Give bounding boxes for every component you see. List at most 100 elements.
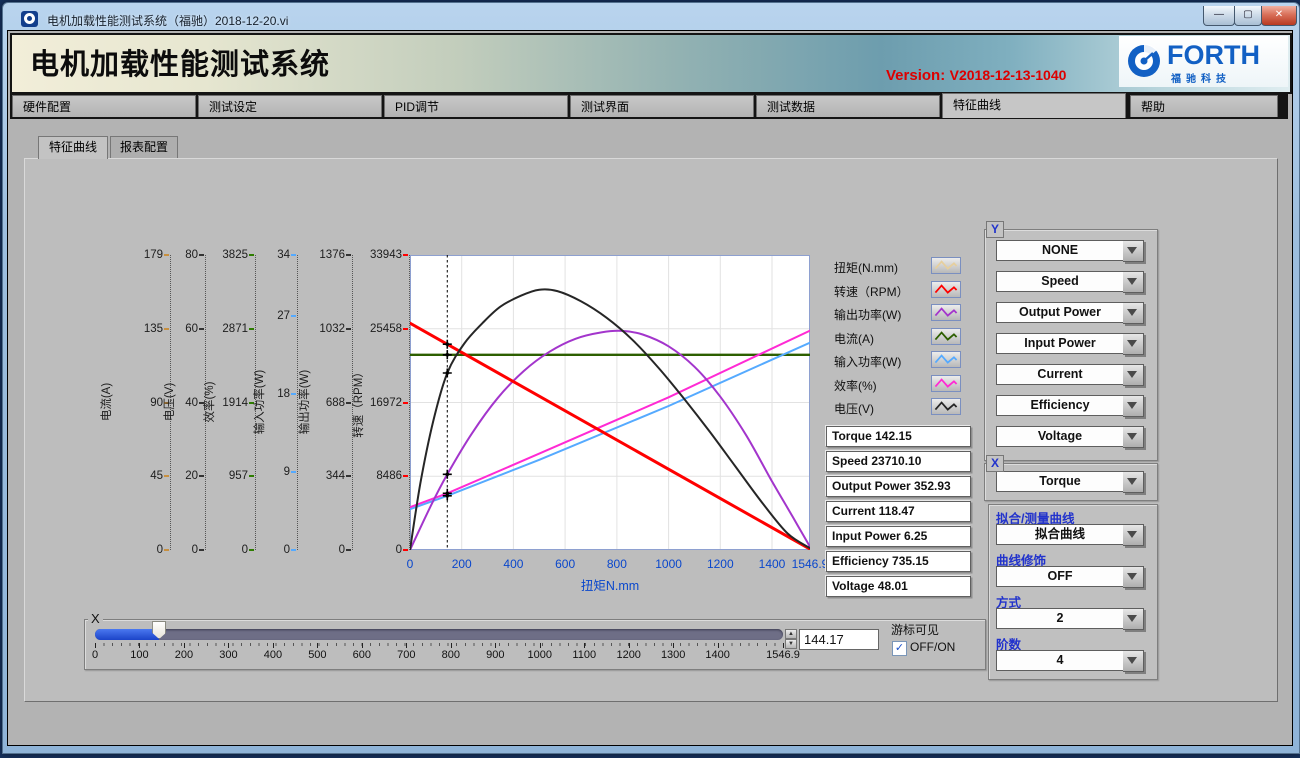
ruler-tick [317,643,318,648]
cursor-position-input[interactable]: 144.17 [799,629,879,650]
ruler-tick [540,643,541,648]
desktop-background: 电机加载性能测试系统（福驰）2018-12-20.vi — ▢ ✕ 电机加载性能… [0,0,1300,758]
y-tick-label: 8486 [356,469,402,483]
dropdown-arrow-icon [1127,371,1137,378]
fit-select-2[interactable]: 2 [996,608,1124,629]
dropdown-arrow-icon [1127,340,1137,347]
y-tick-mark [403,549,408,551]
y-tick-label: 9 [244,465,290,479]
dropdown-arrow-icon [1127,615,1137,622]
legend-swatch-3[interactable] [931,328,961,345]
x-tick-label: 1000 [647,557,691,571]
y-axis-select-1-button[interactable] [1123,240,1144,262]
y-axis-select-2[interactable]: Speed [996,271,1124,292]
y-tick-label: 344 [299,469,345,483]
cursor-readout-1: Speed 23710.10 [826,451,971,472]
y-axis-select-6-button[interactable] [1123,395,1144,417]
legend-label-0: 扭矩(N.mm) [834,259,898,276]
y-axis-select-4-button[interactable] [1123,333,1144,355]
fit-select-1-button[interactable] [1123,566,1144,588]
plot-svg [410,255,810,550]
tab-测试数据[interactable]: 测试数据 [756,95,940,117]
y-tick-mark [291,254,296,256]
legend-swatch-4[interactable] [931,351,961,368]
y-tick-mark [249,328,254,330]
tab-帮助[interactable]: 帮助 [1130,95,1278,117]
ruler-tick-label: 700 [384,649,428,662]
legend-swatch-0[interactable] [931,257,961,274]
dropdown-arrow-icon [1127,247,1137,254]
fit-select-2-button[interactable] [1123,608,1144,630]
legend-label-1: 转速（RPM） [834,283,909,300]
y-tick-mark [403,254,408,256]
ruler-tick-label: 400 [251,649,295,662]
ruler-tick-label: 1100 [562,649,606,662]
y-axis-select-7[interactable]: Voltage [996,426,1124,447]
dropdown-arrow-icon [1127,278,1137,285]
y-tick-mark [403,402,408,404]
dropdown-arrow-icon [1127,433,1137,440]
ruler-tick [95,643,96,648]
cursor-visible-label: 游标可见 [891,621,939,638]
fit-select-3-button[interactable] [1123,650,1144,672]
y-scale-line-5 [409,255,410,550]
tab-硬件配置[interactable]: 硬件配置 [12,95,196,117]
y-axis-select-4[interactable]: Input Power [996,333,1124,354]
slider-increment-button[interactable]: ▲ [785,629,797,639]
y-tick-mark [346,475,351,477]
y-axis-select-3[interactable]: Output Power [996,302,1124,323]
y-tick-mark [346,549,351,551]
fit-select-1[interactable]: OFF [996,566,1124,587]
y-tick-label: 33943 [356,248,402,262]
cursor-readout-2: Output Power 352.93 [826,476,971,497]
cursor-visible-checkbox[interactable]: ✓ [892,641,907,656]
legend-swatch-5[interactable] [931,375,961,392]
y-axis-select-2-button[interactable] [1123,271,1144,293]
legend-swatch-6[interactable] [931,398,961,415]
fit-select-3[interactable]: 4 [996,650,1124,671]
cursor-readout-5: Efficiency 735.15 [826,551,971,572]
slider-x-label: X [88,611,103,626]
legend-label-6: 电压(V) [834,400,874,417]
y-tick-mark [291,315,296,317]
tab-特征曲线[interactable]: 特征曲线 [942,93,1126,118]
y-axis-select-5-button[interactable] [1123,364,1144,386]
dropdown-arrow-icon [1127,402,1137,409]
y-tick-mark [346,328,351,330]
x-tick-label: 600 [543,557,587,571]
dropdown-arrow-icon [1127,573,1137,580]
subtab-报表配置[interactable]: 报表配置 [110,136,178,158]
legend-swatch-1[interactable] [931,281,961,298]
ruler-tick [495,643,496,648]
y-tick-label: 0 [356,543,402,557]
y-axis-select-3-button[interactable] [1123,302,1144,324]
legend-swatch-2[interactable] [931,304,961,321]
fit-select-0-button[interactable] [1123,524,1144,546]
y-axis-select-1[interactable]: NONE [996,240,1124,261]
tab-测试界面[interactable]: 测试界面 [570,95,754,117]
legend-label-4: 输入功率(W) [834,353,901,370]
fit-select-0[interactable]: 拟合曲线 [996,524,1124,545]
slider-decrement-button[interactable]: ▼ [785,639,797,649]
y-axis-select-6[interactable]: Efficiency [996,395,1124,416]
chart-plot-area[interactable] [410,255,810,550]
y-axis-name: 输入功率(W) [251,352,265,452]
slider-ruler [95,643,784,646]
y-tick-label: 25458 [356,322,402,336]
ruler-tick [273,643,274,648]
x-slider-track[interactable] [95,629,783,640]
subtab-特征曲线[interactable]: 特征曲线 [38,136,108,159]
y-axis-select-5[interactable]: Current [996,364,1124,385]
y-tick-label: 0 [202,543,248,557]
ruler-tick-label: 1000 [518,649,562,662]
x-axis-title: 扭矩N.mm [560,575,660,594]
y-axis-select-7-button[interactable] [1123,426,1144,448]
x-axis-select[interactable]: Torque [996,471,1124,492]
tab-PID调节[interactable]: PID调节 [384,95,568,117]
ruler-tick [783,643,784,648]
tab-测试设定[interactable]: 测试设定 [198,95,382,117]
y-tick-label: 80 [152,248,198,262]
x-axis-select-button[interactable] [1123,471,1144,493]
y-axis-name: 效率(%) [201,352,215,452]
ruler-tick-label: 1200 [607,649,651,662]
